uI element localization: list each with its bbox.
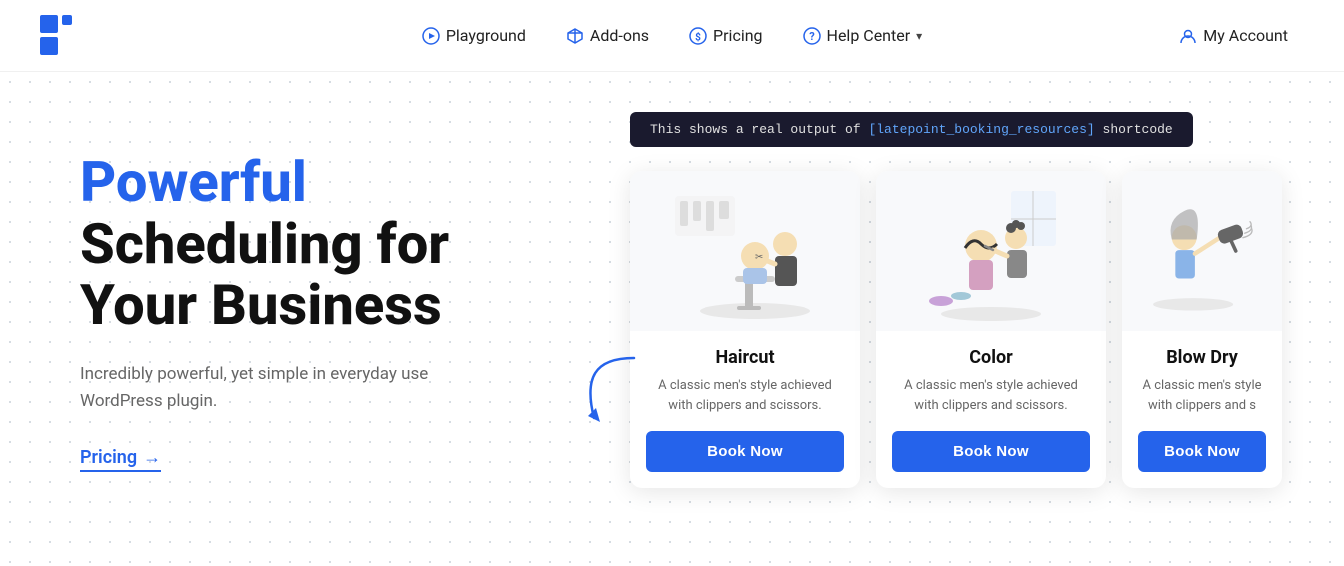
- cube-icon: [566, 27, 584, 45]
- book-now-button-color[interactable]: Book Now: [892, 431, 1090, 472]
- cards-area: This shows a real output of [latepoint_b…: [630, 72, 1344, 488]
- shortcode-banner: This shows a real output of [latepoint_b…: [630, 112, 1193, 147]
- hero-subtitle: Incredibly powerful, yet simple in every…: [80, 361, 500, 415]
- hero-section: Powerful Scheduling forYour Business Inc…: [0, 72, 630, 512]
- my-account-area: My Account: [1163, 18, 1304, 53]
- color-illustration-svg: [901, 176, 1081, 326]
- service-card-color: Color A classic men's style achieved wit…: [876, 171, 1106, 488]
- blowdry-illustration-svg: [1122, 176, 1282, 326]
- nav-item-pricing[interactable]: $ Pricing: [673, 18, 779, 53]
- cards-row: ✂ Haircut A classic men's style achieved…: [630, 171, 1344, 488]
- book-now-button-blowdry[interactable]: Book Now: [1138, 431, 1266, 472]
- curved-arrow: [574, 348, 644, 428]
- dollar-icon: $: [689, 27, 707, 45]
- book-now-button-haircut[interactable]: Book Now: [646, 431, 844, 472]
- main-nav: Playground Add-ons $ Pricing: [406, 18, 938, 53]
- card-title-haircut: Haircut: [715, 347, 774, 368]
- hero-pricing-link[interactable]: Pricing →: [80, 447, 161, 472]
- nav-item-helpcenter[interactable]: ? Help Center ▾: [787, 18, 939, 53]
- card-title-color: Color: [969, 347, 1012, 368]
- card-desc-color: A classic men's style achieved with clip…: [892, 376, 1090, 415]
- card-desc-blowdry: A classic men's style with clippers and …: [1138, 376, 1266, 415]
- user-icon: [1179, 27, 1197, 45]
- card-illustration-blowdry: [1122, 171, 1282, 331]
- card-illustration-color: [876, 171, 1106, 331]
- card-illustration-haircut: ✂: [630, 171, 860, 331]
- logo-area: [40, 15, 82, 57]
- svg-text:✂: ✂: [755, 252, 763, 263]
- service-card-haircut: ✂ Haircut A classic men's style achieved…: [630, 171, 860, 488]
- site-header: Playground Add-ons $ Pricing: [0, 0, 1344, 72]
- nav-item-addons[interactable]: Add-ons: [550, 18, 665, 53]
- logo-icon: [40, 15, 82, 57]
- card-title-blowdry: Blow Dry: [1166, 347, 1238, 368]
- hero-title: Powerful Scheduling forYour Business: [80, 152, 590, 337]
- nav-item-myaccount[interactable]: My Account: [1163, 18, 1304, 53]
- haircut-illustration-svg: ✂: [655, 176, 835, 326]
- help-circle-icon: ?: [803, 27, 821, 45]
- card-desc-haircut: A classic men's style achieved with clip…: [646, 376, 844, 415]
- service-card-blowdry: Blow Dry A classic men's style with clip…: [1122, 171, 1282, 488]
- card-body-color: Color A classic men's style achieved wit…: [876, 331, 1106, 488]
- svg-text:$: $: [695, 30, 701, 43]
- card-body-haircut: Haircut A classic men's style achieved w…: [630, 331, 860, 488]
- nav-item-playground[interactable]: Playground: [406, 18, 542, 53]
- svg-text:?: ?: [809, 30, 815, 43]
- chevron-down-icon: ▾: [916, 29, 922, 43]
- play-circle-icon: [422, 27, 440, 45]
- card-body-blowdry: Blow Dry A classic men's style with clip…: [1122, 331, 1282, 488]
- main-content: Powerful Scheduling forYour Business Inc…: [0, 72, 1344, 566]
